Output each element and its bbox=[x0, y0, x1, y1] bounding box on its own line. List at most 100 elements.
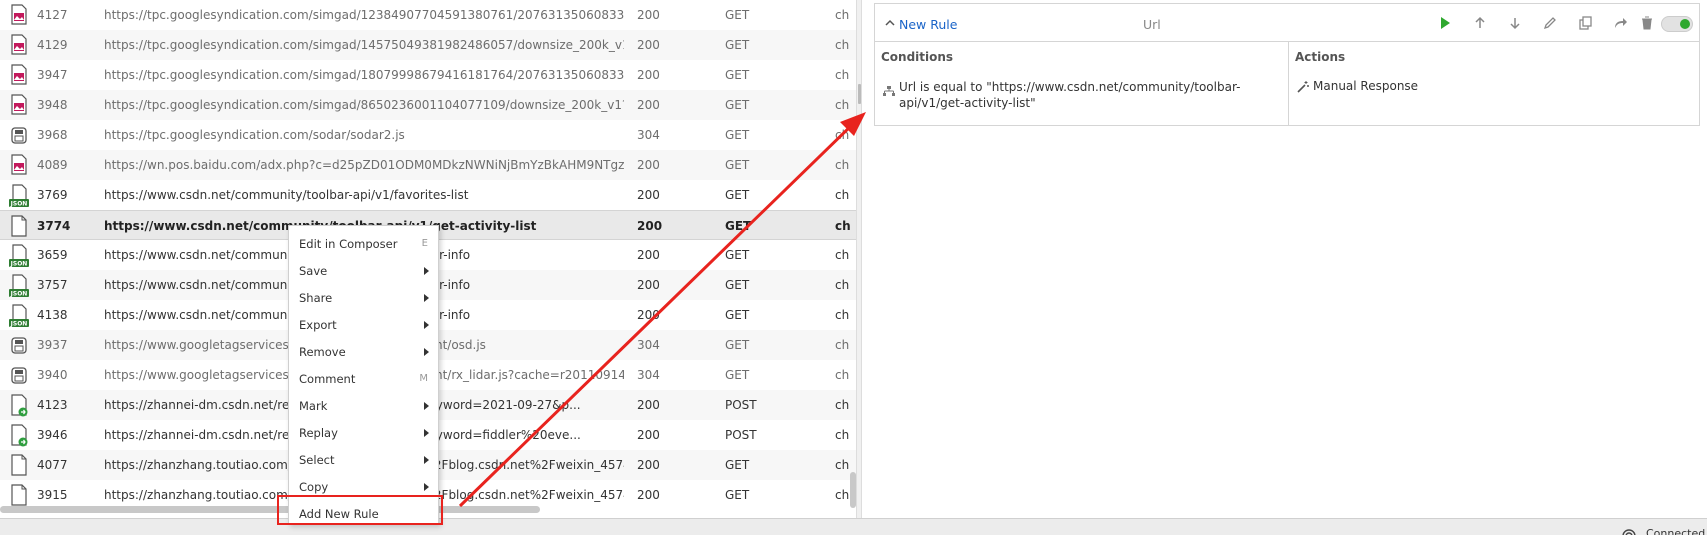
context-menu: Edit in Composer E Save Share Export Remove Co… bbox=[288, 225, 439, 525]
duplicate-icon[interactable] bbox=[1577, 15, 1593, 31]
session-status: 200 bbox=[637, 428, 660, 442]
session-id: 3915 bbox=[37, 488, 68, 502]
session-row[interactable]: 3947 https://tpc.googlesyndication.com/si… bbox=[0, 60, 856, 90]
session-status: 200 bbox=[637, 38, 660, 52]
menu-item-shortcut: E bbox=[421, 238, 428, 249]
session-method: GET bbox=[725, 98, 750, 112]
session-content-type: ch bbox=[835, 308, 850, 322]
session-id: 4089 bbox=[37, 158, 68, 172]
session-row[interactable]: 4129 https://tpc.googlesyndication.com/si… bbox=[0, 30, 856, 60]
session-status: 304 bbox=[637, 128, 660, 142]
submenu-arrow-icon bbox=[424, 483, 429, 491]
session-content-type: ch bbox=[835, 38, 850, 52]
session-url: https://wn.pos.baidu.com/adx.php?c=d25pZ… bbox=[104, 158, 624, 172]
menu-item-mark[interactable]: Mark bbox=[289, 392, 438, 419]
menu-item-label: Edit in Composer bbox=[299, 237, 398, 251]
session-method: GET bbox=[725, 368, 750, 382]
session-status: 200 bbox=[637, 188, 660, 202]
delete-icon[interactable] bbox=[1639, 15, 1655, 31]
rule-enabled-toggle[interactable] bbox=[1661, 16, 1693, 32]
menu-item-label: Remove bbox=[299, 345, 346, 359]
menu-item-share[interactable]: Share bbox=[289, 284, 438, 311]
actions-column: Actions Manual Response bbox=[1289, 42, 1699, 125]
session-id: 4129 bbox=[37, 38, 68, 52]
session-id: 3940 bbox=[37, 368, 68, 382]
actions-title: Actions bbox=[1295, 50, 1346, 64]
menu-item-select[interactable]: Select bbox=[289, 446, 438, 473]
session-row[interactable]: 4127 https://tpc.googlesyndication.com/si… bbox=[0, 0, 856, 30]
move-down-icon[interactable] bbox=[1507, 15, 1523, 31]
session-status: 200 bbox=[637, 158, 660, 172]
menu-item-save[interactable]: Save bbox=[289, 257, 438, 284]
edit-icon[interactable] bbox=[1542, 15, 1558, 31]
menu-item-export[interactable]: Export bbox=[289, 311, 438, 338]
session-method: GET bbox=[725, 128, 750, 142]
session-content-type: ch bbox=[835, 8, 850, 22]
session-status: 200 bbox=[637, 278, 660, 292]
session-content-type: ch bbox=[835, 368, 850, 382]
image-icon bbox=[8, 64, 30, 88]
menu-item-remove[interactable]: Remove bbox=[289, 338, 438, 365]
session-row[interactable]: 4089 https://wn.pos.baidu.com/adx.php?c=d… bbox=[0, 150, 856, 180]
move-up-icon[interactable] bbox=[1472, 15, 1488, 31]
session-method: GET bbox=[725, 68, 750, 82]
rule-column-label: Url bbox=[1143, 17, 1161, 32]
session-url: https://tpc.googlesyndication.com/simgad… bbox=[104, 38, 624, 52]
session-row[interactable]: JSON 3769 https://www.csdn.net/community/t… bbox=[0, 180, 856, 210]
session-status: 200 bbox=[637, 488, 660, 502]
action-text[interactable]: Manual Response bbox=[1313, 79, 1418, 93]
session-id: 3659 bbox=[37, 248, 68, 262]
menu-item-replay[interactable]: Replay bbox=[289, 419, 438, 446]
menu-item-label: Share bbox=[299, 291, 333, 305]
session-status: 200 bbox=[637, 398, 660, 412]
session-content-type: ch bbox=[835, 98, 850, 112]
horizontal-scrollbar[interactable] bbox=[0, 506, 540, 513]
menu-item-comment[interactable]: Comment M bbox=[289, 365, 438, 392]
session-row[interactable]: 3948 https://tpc.googlesyndication.com/si… bbox=[0, 90, 856, 120]
session-status: 200 bbox=[637, 8, 660, 22]
post-icon bbox=[8, 424, 30, 448]
conditions-title: Conditions bbox=[881, 50, 954, 64]
rule-name[interactable]: New Rule bbox=[899, 17, 957, 32]
menu-item-label: Select bbox=[299, 453, 335, 467]
play-icon[interactable] bbox=[1437, 15, 1453, 31]
session-content-type: ch bbox=[835, 128, 850, 142]
session-id: 4127 bbox=[37, 8, 68, 22]
session-content-type: ch bbox=[835, 219, 851, 233]
status-bar: Connected bbox=[0, 518, 1707, 535]
session-method: GET bbox=[725, 278, 750, 292]
session-content-type: ch bbox=[835, 158, 850, 172]
session-content-type: ch bbox=[835, 68, 850, 82]
menu-item-label: Comment bbox=[299, 372, 356, 386]
condition-text[interactable]: Url is equal to "https://www.csdn.net/co… bbox=[899, 79, 1284, 111]
splitter-grip[interactable] bbox=[858, 84, 861, 104]
menu-item-edit-in-composer[interactable]: Edit in Composer E bbox=[289, 230, 438, 257]
session-method: GET bbox=[725, 188, 750, 202]
session-url: https://www.csdn.net/community/toolbar-a… bbox=[104, 188, 469, 202]
toggle-knob bbox=[1680, 19, 1690, 29]
condition-tree-icon bbox=[883, 86, 895, 96]
session-row[interactable]: 3968 https://tpc.googlesyndication.com/so… bbox=[0, 120, 856, 150]
session-method: GET bbox=[725, 219, 752, 233]
rule-header[interactable]: New Rule Url bbox=[875, 4, 1699, 42]
session-content-type: ch bbox=[835, 188, 850, 202]
document-icon bbox=[8, 454, 30, 478]
json-icon: JSON bbox=[8, 304, 30, 328]
svg-text:JSON: JSON bbox=[10, 261, 28, 268]
session-content-type: ch bbox=[835, 398, 850, 412]
image-icon bbox=[8, 4, 30, 28]
session-id: 3757 bbox=[37, 278, 68, 292]
share-icon[interactable] bbox=[1612, 15, 1628, 31]
session-id: 4138 bbox=[37, 308, 68, 322]
chevron-up-icon[interactable] bbox=[883, 16, 897, 30]
document-icon bbox=[8, 215, 30, 239]
svg-text:JSON: JSON bbox=[10, 321, 28, 328]
session-method: POST bbox=[725, 428, 757, 442]
json-icon: JSON bbox=[8, 244, 30, 268]
session-id: 4123 bbox=[37, 398, 68, 412]
menu-item-label: Mark bbox=[299, 399, 328, 413]
menu-item-label: Copy bbox=[299, 480, 329, 494]
session-id: 3769 bbox=[37, 188, 68, 202]
session-method: GET bbox=[725, 248, 750, 262]
session-method: GET bbox=[725, 308, 750, 322]
